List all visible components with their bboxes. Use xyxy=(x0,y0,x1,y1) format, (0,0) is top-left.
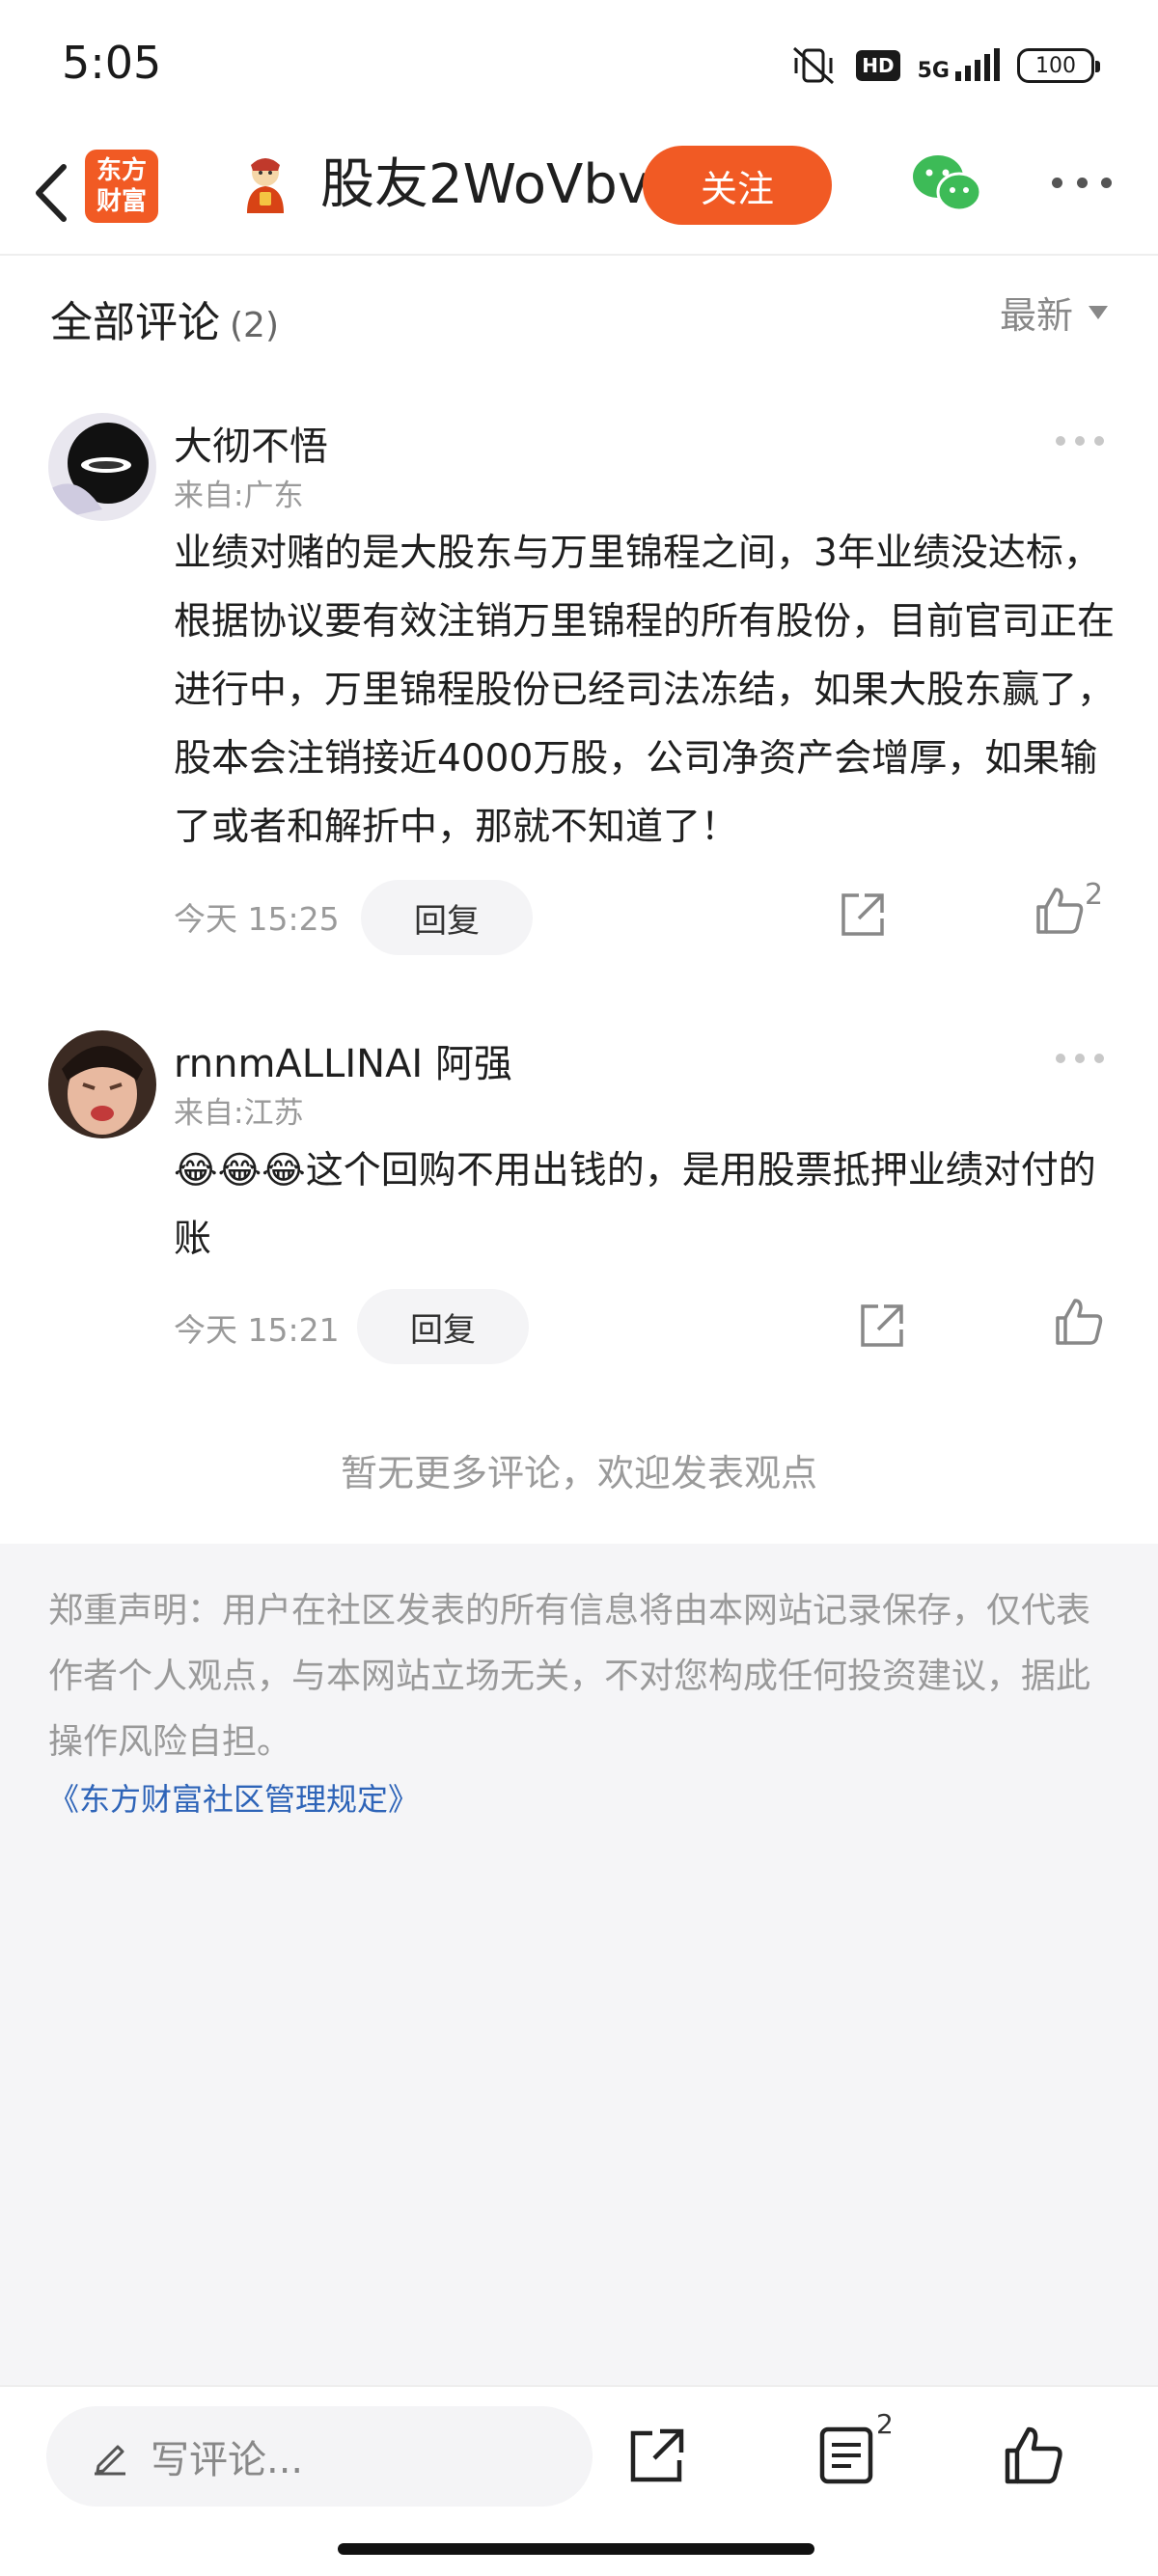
commenter-location: 来自:广东 xyxy=(174,479,304,513)
emoji-laughing: 😂😂😂 xyxy=(174,1149,306,1192)
like-count: 2 xyxy=(1085,878,1104,912)
write-comment-input[interactable]: 写评论... xyxy=(46,2406,593,2507)
hd-badge: HD xyxy=(856,50,900,81)
more-options-icon[interactable] xyxy=(1052,173,1112,192)
share-icon[interactable] xyxy=(836,888,890,942)
share-icon[interactable] xyxy=(855,1299,909,1353)
home-indicator[interactable] xyxy=(338,2543,814,2555)
comment-time: 今天 15:25 xyxy=(174,900,340,938)
comments-count: (2) xyxy=(230,306,279,345)
back-button[interactable] xyxy=(21,157,79,229)
comment-input-placeholder: 写评论... xyxy=(151,2438,304,2482)
comment-more-icon[interactable] xyxy=(1056,1054,1104,1065)
pencil-icon xyxy=(95,2445,125,2476)
app-logo[interactable]: 东方 财富 xyxy=(85,150,158,223)
user-name[interactable]: 股友2WoVbv xyxy=(320,151,649,219)
comment-more-icon[interactable] xyxy=(1056,436,1104,448)
comments-section-title: 全部评论 (2) xyxy=(50,288,279,349)
commenter-name[interactable]: rnnmALLINAI 阿强 xyxy=(174,1032,512,1088)
sort-dropdown[interactable]: 最新 xyxy=(1000,286,1108,339)
commenter-avatar[interactable] xyxy=(48,1030,156,1138)
network-type: 5G xyxy=(917,59,950,83)
bottom-action-bar: 写评论... 2 xyxy=(0,2385,1158,2576)
nav-header: 东方 财富 股友2WoVbv 关注 xyxy=(0,130,1158,256)
disclaimer-text: 郑重声明：用户在社区发表的所有信息将由本网站记录保存，仅代表作者个人观点，与本网… xyxy=(48,1591,1091,1762)
commenter-location: 来自:江苏 xyxy=(174,1096,304,1131)
follow-button[interactable]: 关注 xyxy=(643,146,832,225)
user-avatar-icon[interactable] xyxy=(234,151,297,215)
thumbs-up-icon[interactable] xyxy=(1033,884,1087,938)
caret-down-icon xyxy=(1089,305,1108,319)
signal-icon: 5G xyxy=(918,48,1000,83)
disclaimer-panel: 郑重声明：用户在社区发表的所有信息将由本网站记录保存，仅代表作者个人观点，与本网… xyxy=(0,1544,1158,2385)
comment-text: 😂😂😂这个回购不用出钱的，是用股票抵押业绩对付的账 xyxy=(174,1137,1115,1274)
commenter-avatar[interactable] xyxy=(48,413,156,521)
chevron-left-icon xyxy=(36,164,67,222)
community-rules-link[interactable]: 《东方财富社区管理规定》 xyxy=(48,1775,419,1820)
comment-time: 今天 15:21 xyxy=(174,1311,340,1349)
no-more-comments: 暂无更多评论，欢迎发表观点 xyxy=(340,1452,817,1494)
share-icon[interactable] xyxy=(627,2425,687,2485)
commenter-name[interactable]: 大彻不悟 xyxy=(174,415,328,471)
battery-icon: 100 xyxy=(1017,48,1100,83)
comment-count-badge: 2 xyxy=(876,2408,894,2440)
reply-button[interactable]: 回复 xyxy=(357,1289,529,1364)
comments-title: 全部评论 xyxy=(50,298,220,347)
comments-list-icon[interactable] xyxy=(818,2425,874,2485)
app-logo-line2: 财富 xyxy=(96,187,147,216)
comment-text-content: 这个回购不用出钱的，是用股票抵押业绩对付的账 xyxy=(174,1149,1096,1261)
thumbs-up-icon[interactable] xyxy=(1052,1295,1106,1349)
status-icons: HD 5G 100 xyxy=(788,44,1100,87)
app-logo-line1: 东方 xyxy=(96,156,147,185)
status-time: 5:05 xyxy=(62,37,162,89)
reply-button[interactable]: 回复 xyxy=(361,880,533,955)
mute-vibrate-icon xyxy=(793,46,835,85)
status-bar: 5:05 HD 5G 100 xyxy=(0,0,1158,130)
thumbs-up-icon[interactable] xyxy=(1002,2424,1065,2487)
sort-label: 最新 xyxy=(999,294,1073,337)
comment-text: 业绩对赌的是大股东与万里锦程之间，3年业绩没达标，根据协议要有效注销万里锦程的所… xyxy=(174,532,1116,849)
wechat-icon[interactable] xyxy=(911,151,982,215)
